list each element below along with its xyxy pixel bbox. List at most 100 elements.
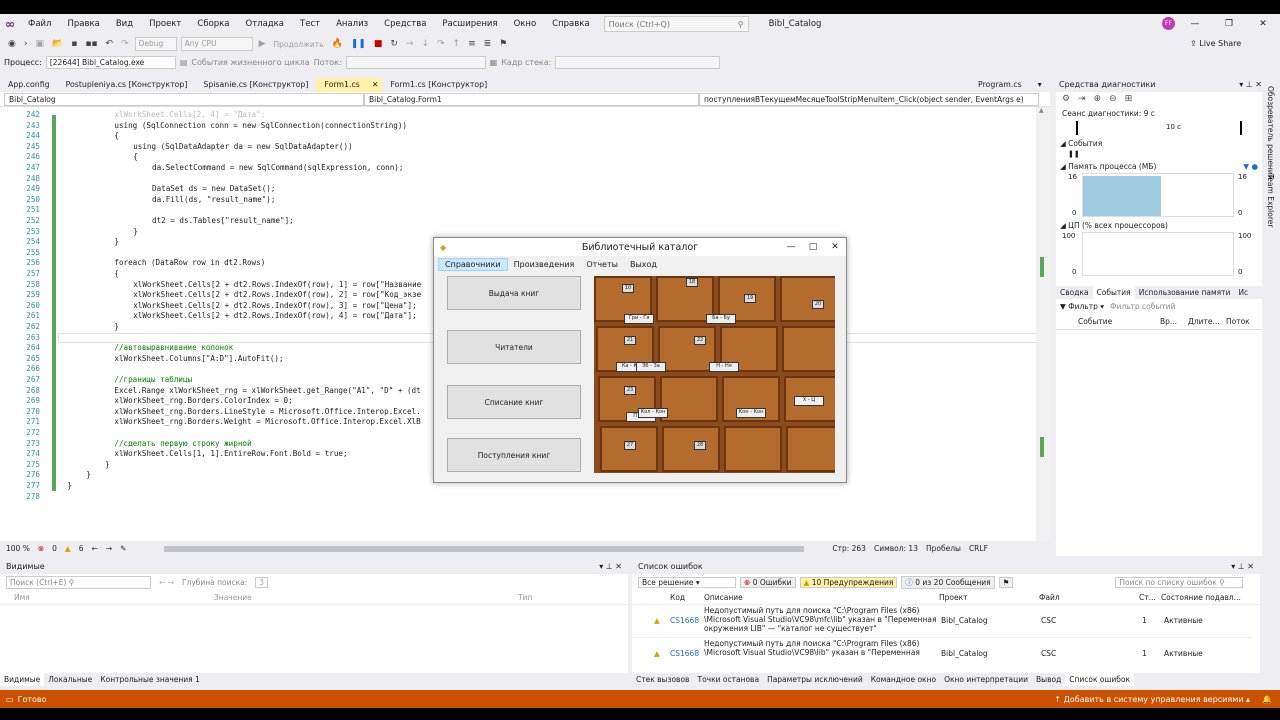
- readers-button[interactable]: Читатели: [447, 330, 581, 364]
- tab-memory-usage[interactable]: Использование памяти: [1135, 286, 1235, 299]
- code-line[interactable]: xlWorkSheet.Columns["A:D"].AutoFit();: [114, 354, 283, 365]
- error-row[interactable]: ▲ CS1668 Недопустимый путь для поиска "C:\…: [632, 637, 1252, 661]
- tab-summary[interactable]: Сводка: [1056, 286, 1093, 299]
- document-tab[interactable]: Form1.cs [Конструктор]: [382, 78, 495, 92]
- save-all-icon[interactable]: ▪▪: [83, 39, 99, 49]
- search-nav-icon[interactable]: ← →: [159, 578, 174, 587]
- timeline[interactable]: 10 с: [1076, 121, 1242, 135]
- close-icon[interactable]: ✕: [1246, 14, 1280, 34]
- code-line[interactable]: xlWorkSheet_rng.Borders.ColorIndex = 0;: [114, 396, 292, 407]
- tab-autos[interactable]: Видимые: [0, 673, 45, 686]
- code-line[interactable]: DataSet ds = new DataSet();: [152, 184, 275, 195]
- class-nav-select[interactable]: Bibl_Catalog.Form1: [364, 92, 699, 106]
- editor-vertical-scrollbar[interactable]: ▲: [1036, 107, 1050, 541]
- menu-item[interactable]: Правка: [59, 14, 107, 34]
- menu-item[interactable]: Проект: [141, 14, 189, 34]
- menu-otchety[interactable]: Отчеты: [580, 259, 624, 270]
- step-icon[interactable]: →: [404, 39, 416, 49]
- events-pause-icon[interactable]: ❚❚: [1056, 148, 1262, 160]
- col-event[interactable]: Событие: [1056, 317, 1136, 326]
- col-project[interactable]: Проект: [939, 593, 1039, 602]
- hot-reload-icon[interactable]: 🔥: [330, 39, 345, 49]
- code-line[interactable]: }: [86, 470, 91, 481]
- output-tab[interactable]: Список ошибок: [1065, 673, 1134, 686]
- code-line[interactable]: }: [114, 237, 119, 248]
- settings-icon[interactable]: ⚙: [1062, 94, 1070, 104]
- form-close-icon[interactable]: ✕: [824, 238, 846, 256]
- form-maximize-icon[interactable]: □: [802, 238, 824, 256]
- process-select[interactable]: [22644] Bibl_Catalog.exe: [45, 56, 176, 69]
- comment-icon[interactable]: ≡: [466, 39, 478, 49]
- config-select[interactable]: Debug: [134, 37, 177, 51]
- code-line[interactable]: foreach (DataRow row in dt2.Rows): [114, 258, 265, 269]
- code-line[interactable]: //границы таблицы: [114, 375, 192, 386]
- menu-proizvedeniya[interactable]: Произведения: [508, 259, 581, 270]
- lifecycle-icon[interactable]: ▤: [180, 58, 188, 67]
- solution-explorer-tab[interactable]: Обозреватель решений: [1266, 86, 1275, 180]
- output-tab[interactable]: Стек вызовов: [632, 673, 693, 686]
- nav-forward-icon[interactable]: →: [106, 544, 112, 553]
- output-tab[interactable]: Вывод: [1032, 673, 1065, 686]
- new-project-icon[interactable]: ▣: [33, 39, 46, 49]
- filter-events-input[interactable]: Фильтр событий: [1110, 302, 1258, 311]
- restart-icon[interactable]: ↻: [388, 39, 400, 49]
- zoom-out-icon[interactable]: ⊖: [1109, 94, 1117, 104]
- col-code[interactable]: Код: [632, 593, 702, 602]
- horizontal-scrollbar[interactable]: [164, 545, 805, 552]
- write-off-books-button[interactable]: Списание книг: [447, 385, 581, 419]
- tab-program-cs[interactable]: Program.cs: [970, 78, 1030, 92]
- incoming-books-button[interactable]: Поступления книг: [447, 438, 581, 472]
- error-search-input[interactable]: Поиск по списку ошибок ⚲: [1115, 577, 1244, 588]
- thread-select[interactable]: [345, 56, 486, 69]
- export-icon[interactable]: ⇥: [1078, 94, 1086, 104]
- open-icon[interactable]: 📂: [50, 39, 65, 49]
- document-tab[interactable]: Spisanie.cs [Конструктор]: [195, 78, 316, 92]
- menu-item[interactable]: Окно: [506, 14, 545, 34]
- col-value[interactable]: Значение: [214, 593, 518, 602]
- code-line[interactable]: }: [133, 227, 138, 238]
- lifecycle-events[interactable]: События жизненного цикла: [191, 58, 309, 67]
- menu-item[interactable]: Отладка: [238, 14, 293, 34]
- tab-watch-1[interactable]: Контрольные значения 1: [96, 673, 204, 686]
- code-line[interactable]: xlWorkSheet.Cells[2, 4] = "Дата";: [114, 110, 265, 121]
- issue-books-button[interactable]: Выдача книг: [447, 276, 581, 310]
- output-tab[interactable]: Параметры исключений: [763, 673, 867, 686]
- tab-locals[interactable]: Локальные: [44, 673, 96, 686]
- col-line[interactable]: Ст...: [1139, 593, 1161, 602]
- col-duration[interactable]: Длите...: [1162, 317, 1220, 326]
- tab-cpu-usage[interactable]: Ис: [1234, 286, 1252, 299]
- add-to-source-control[interactable]: ↑ Добавить в систему управления версиями…: [1054, 695, 1250, 704]
- code-line[interactable]: {: [114, 269, 119, 280]
- back-icon[interactable]: ◉: [6, 39, 18, 49]
- col-suppression[interactable]: Состояние подавл...: [1161, 593, 1241, 602]
- document-tab[interactable]: Postupleniya.cs [Конструктор]: [58, 78, 196, 92]
- code-line[interactable]: {: [114, 131, 119, 142]
- minimize-icon[interactable]: —: [1178, 14, 1212, 34]
- col-file[interactable]: Файл: [1039, 593, 1139, 602]
- code-line[interactable]: da.Fill(ds, "result_name");: [152, 195, 275, 206]
- output-tab[interactable]: Точки останова: [693, 673, 763, 686]
- col-type[interactable]: Тип: [518, 593, 532, 602]
- menu-item[interactable]: Файл: [20, 14, 59, 34]
- panel-controls-icon[interactable]: ▾ ⊥ ✕: [599, 560, 622, 574]
- document-tab[interactable]: App.config: [0, 78, 58, 92]
- menu-spravochniki[interactable]: Справочники: [438, 257, 508, 271]
- filter-button[interactable]: ▼ Фильтр ▾: [1060, 302, 1104, 311]
- code-line[interactable]: Excel.Range xlWorkSheet_rng = xlWorkShee…: [114, 386, 420, 397]
- code-line[interactable]: xlWorkSheet.Cells[2 + dt2.Rows.IndexOf(r…: [133, 311, 416, 322]
- pause-icon[interactable]: ❚❚: [349, 39, 368, 49]
- build-filter-icon[interactable]: ⚑: [998, 577, 1014, 588]
- code-line[interactable]: }: [105, 460, 110, 471]
- notifications-icon[interactable]: 🔔: [1262, 695, 1272, 704]
- error-row[interactable]: ▲ CS1668 Недопустимый путь для поиска "C:\…: [632, 605, 1252, 637]
- code-line[interactable]: }: [67, 481, 72, 492]
- brush-icon[interactable]: ✎: [120, 544, 126, 553]
- code-line[interactable]: }: [114, 322, 119, 333]
- undo-icon[interactable]: ↶: [104, 39, 116, 49]
- code-line[interactable]: using (SqlDataAdapter da = new SqlDataAd…: [133, 142, 352, 153]
- output-tab[interactable]: Окно интерпретации: [940, 673, 1032, 686]
- step-into-icon[interactable]: ↓: [419, 39, 431, 49]
- code-line[interactable]: using (SqlConnection conn = new SqlConne…: [114, 121, 407, 132]
- code-line[interactable]: dt2 = ds.Tables["result_name"];: [152, 216, 294, 227]
- form-minimize-icon[interactable]: —: [780, 238, 802, 256]
